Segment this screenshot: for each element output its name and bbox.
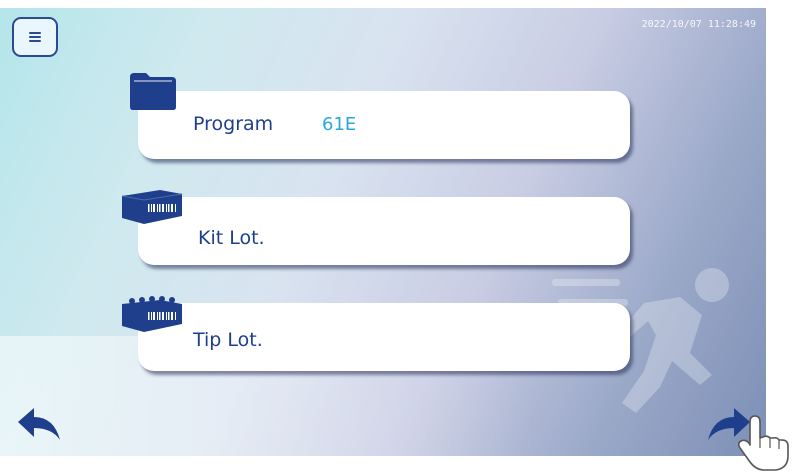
hand-pointer-icon	[737, 415, 789, 471]
back-arrow-icon[interactable]	[16, 406, 62, 442]
tip-rack-barcode-icon	[122, 296, 182, 332]
main-screen: 2022/10/07 11:28:49 Program 61E Kit Lot.…	[0, 8, 766, 456]
program-value: 61E	[322, 114, 357, 135]
menu-button[interactable]	[12, 17, 58, 57]
kit-lot-label: Kit Lot.	[198, 227, 265, 249]
kit-lot-card[interactable]: Kit Lot.	[138, 197, 630, 265]
tip-lot-card[interactable]: Tip Lot.	[138, 303, 630, 371]
program-card[interactable]: Program 61E	[138, 91, 630, 159]
hamburger-menu-icon	[29, 32, 41, 42]
kit-box-barcode-icon	[121, 190, 183, 224]
tip-lot-label: Tip Lot.	[193, 329, 263, 351]
folder-icon	[130, 73, 176, 110]
program-label: Program	[193, 113, 274, 135]
datetime-display: 2022/10/07 11:28:49	[641, 19, 756, 30]
